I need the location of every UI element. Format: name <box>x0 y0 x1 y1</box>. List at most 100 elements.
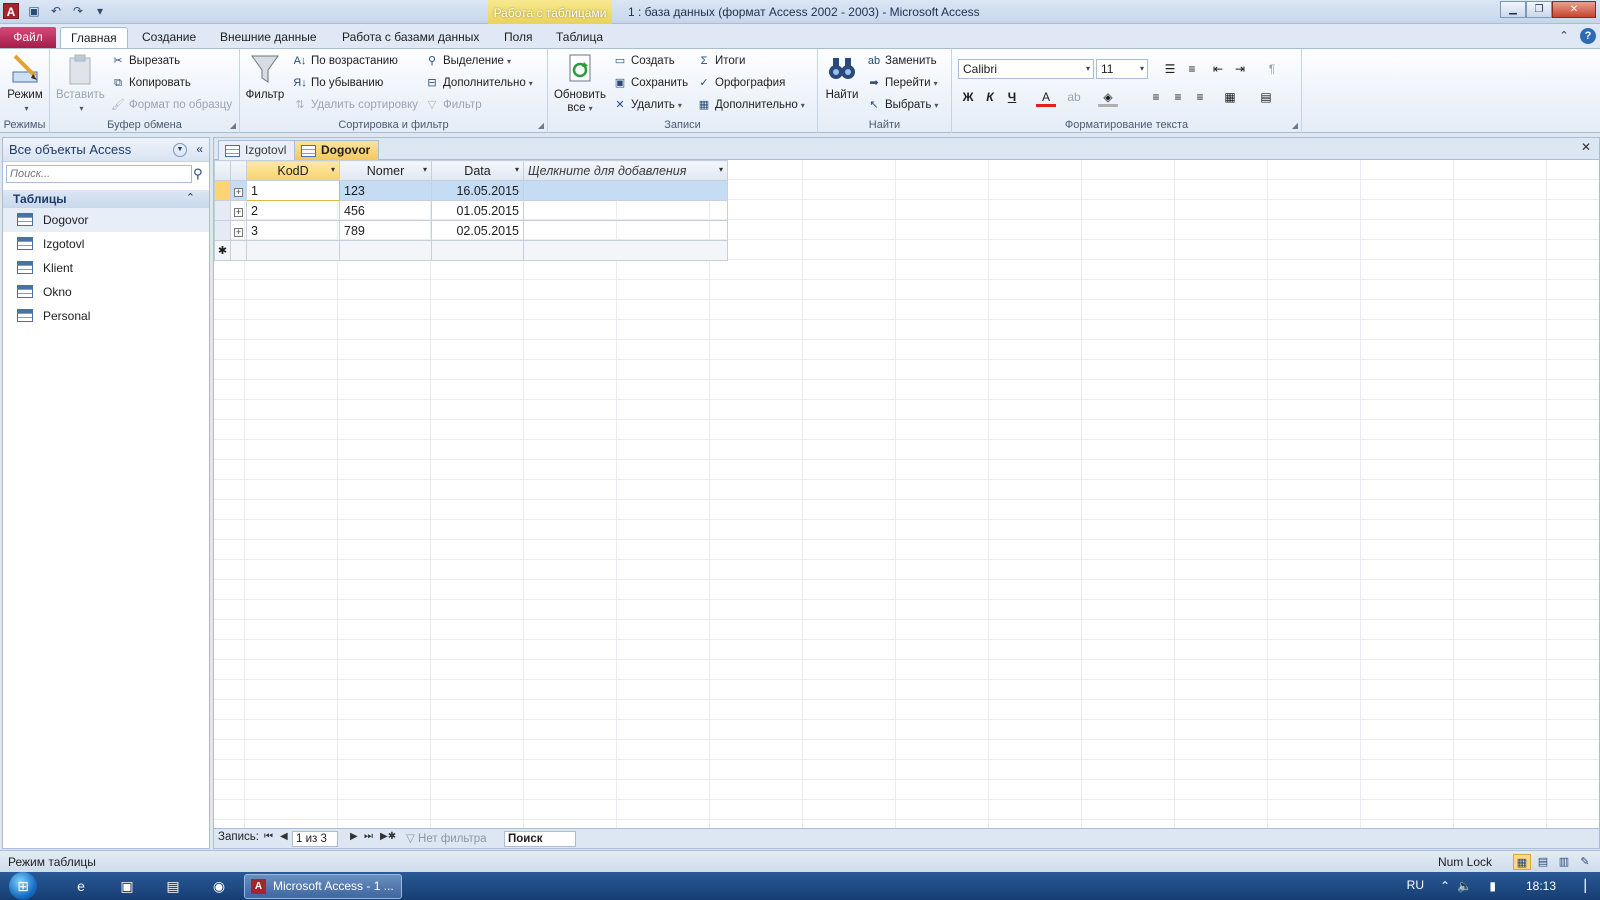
text-format-launcher-icon[interactable]: ◢ <box>1292 121 1298 130</box>
cell-add[interactable] <box>523 180 728 201</box>
select-button[interactable]: ↖ Выбрать ▾ <box>866 95 938 115</box>
cell-kodd[interactable]: 3 <box>246 220 340 241</box>
sort-ascending-button[interactable]: A↓ По возрастанию <box>292 51 398 71</box>
search-icon[interactable]: ⚲ <box>193 166 203 182</box>
prev-record-icon[interactable]: ◀ <box>280 831 288 842</box>
nav-item-personal[interactable]: Personal <box>3 304 209 328</box>
nav-search-input[interactable] <box>6 165 192 183</box>
floppy-icon[interactable]: ▣ <box>116 876 138 896</box>
nav-item-izgotovl[interactable]: Izgotovl <box>3 232 209 256</box>
goto-button[interactable]: ➡ Перейти ▾ <box>866 73 937 93</box>
nav-group-tables[interactable]: Таблицы ⌃ <box>3 190 209 208</box>
design-view-icon[interactable]: ✎ <box>1576 854 1594 870</box>
cell-nomer[interactable]: 789 <box>339 220 432 241</box>
collapse-group-icon[interactable]: ⌃ <box>186 191 195 204</box>
nav-menu-chevron-icon[interactable]: ▼ <box>173 143 187 157</box>
sort-descending-button[interactable]: Я↓ По убыванию <box>292 73 383 93</box>
volume-icon[interactable]: 🔈 <box>1457 879 1472 893</box>
copy-button[interactable]: ⧉ Копировать <box>110 73 191 93</box>
paste-button[interactable]: Вставить ▾ <box>56 52 105 115</box>
advanced-filter-button[interactable]: ⊟ Дополнительно ▾ <box>424 73 532 93</box>
show-desktop-icon[interactable]: ▏ <box>1585 879 1594 893</box>
maximize-button[interactable]: ❐ <box>1526 1 1552 18</box>
find-button[interactable]: Найти <box>822 52 862 102</box>
nav-header[interactable]: Все объекты Access ▼ « <box>3 138 209 162</box>
numbering-icon[interactable]: ≡ <box>1182 59 1202 79</box>
chrome-icon[interactable]: ◉ <box>208 876 230 896</box>
close-document-icon[interactable]: ✕ <box>1581 140 1591 154</box>
column-header-nomer[interactable]: Nomer ▾ <box>339 160 432 181</box>
tab-database-tools[interactable]: Работа с базами данных <box>332 27 489 48</box>
nav-item-dogovor[interactable]: Dogovor <box>3 208 209 232</box>
no-filter-indicator[interactable]: ▽ Нет фильтра <box>406 831 487 845</box>
expand-row-button[interactable]: + <box>230 180 247 201</box>
cell-add[interactable] <box>523 200 728 221</box>
tab-home[interactable]: Главная <box>60 27 128 48</box>
italic-button[interactable]: К <box>980 87 1000 107</box>
fill-color-icon[interactable]: ◈ <box>1098 87 1118 107</box>
cell-data[interactable]: 01.05.2015 <box>431 200 524 221</box>
cell-kodd[interactable]: 2 <box>246 200 340 221</box>
next-record-icon[interactable]: ▶ <box>350 831 358 842</box>
delete-record-button[interactable]: ✕ Удалить ▾ <box>612 95 682 115</box>
tab-table[interactable]: Таблица <box>546 27 613 48</box>
save-record-button[interactable]: ▣ Сохранить <box>612 73 688 93</box>
nav-collapse-icon[interactable]: « <box>196 142 203 156</box>
new-record-asterisk-icon[interactable]: ✱ <box>214 240 231 261</box>
redo-icon[interactable]: ↷ <box>70 3 86 19</box>
toggle-filter-button[interactable]: ▽ Фильтр <box>424 95 482 115</box>
last-record-icon[interactable]: ⏭ <box>364 831 373 842</box>
column-dropdown-icon[interactable]: ▾ <box>331 165 335 174</box>
font-size-select[interactable]: 11 ▾ <box>1096 59 1148 79</box>
clipboard-launcher-icon[interactable]: ◢ <box>230 121 236 130</box>
increase-indent-icon[interactable]: ⇥ <box>1230 59 1250 79</box>
first-record-icon[interactable]: ⏮ <box>264 831 273 842</box>
selection-button[interactable]: ⚲ Выделение ▾ <box>424 51 511 71</box>
highlight-color-icon[interactable]: ab <box>1064 87 1084 107</box>
start-button[interactable]: ⊞ <box>4 872 42 900</box>
expand-row-button[interactable]: + <box>230 200 247 221</box>
bullets-icon[interactable]: ☰ <box>1160 59 1180 79</box>
cell-kodd[interactable]: 1 <box>246 180 340 201</box>
column-header-data[interactable]: Data ▾ <box>431 160 524 181</box>
column-header-kodd[interactable]: KodD ▾ <box>246 160 340 181</box>
nav-item-okno[interactable]: Okno <box>3 280 209 304</box>
new-record-nav-icon[interactable]: ▶✱ <box>380 831 396 842</box>
pivot-chart-view-icon[interactable]: ▥ <box>1555 854 1573 870</box>
tab-create[interactable]: Создание <box>132 27 206 48</box>
customize-qat-icon[interactable]: ▾ <box>92 3 108 19</box>
gridlines-icon[interactable]: ▦ <box>1220 87 1240 107</box>
tab-external-data[interactable]: Внешние данные <box>210 27 327 48</box>
column-dropdown-icon[interactable]: ▾ <box>515 165 519 174</box>
tab-file[interactable]: Файл <box>0 27 56 48</box>
font-name-select[interactable]: Calibri ▾ <box>958 59 1094 79</box>
cell-nomer[interactable]: 123 <box>339 180 432 201</box>
cell-add[interactable] <box>523 220 728 241</box>
row-selector[interactable] <box>214 200 231 221</box>
record-position-input[interactable]: 1 из 3 <box>292 831 338 847</box>
column-dropdown-icon[interactable]: ▾ <box>719 165 723 174</box>
archive-icon[interactable]: ▤ <box>162 876 184 896</box>
cut-button[interactable]: ✂ Вырезать <box>110 51 180 71</box>
datasheet-view-icon[interactable]: ▦ <box>1513 854 1531 870</box>
align-center-icon[interactable]: ≡ <box>1168 87 1188 107</box>
filter-button[interactable]: Фильтр <box>244 52 286 102</box>
close-button[interactable]: ✕ <box>1552 1 1596 18</box>
access-icon[interactable]: A <box>3 3 19 19</box>
remove-sort-button[interactable]: ⇅ Удалить сортировку <box>292 95 418 115</box>
record-search-input[interactable]: Поиск <box>504 831 576 847</box>
font-color-icon[interactable]: A <box>1036 87 1056 107</box>
doc-tab-izgotovl[interactable]: Izgotovl <box>218 140 296 160</box>
underline-button[interactable]: Ч <box>1002 87 1022 107</box>
taskbar-item-access[interactable]: A Microsoft Access - 1 ... <box>244 874 402 899</box>
totals-button[interactable]: Σ Итоги <box>696 51 746 71</box>
language-indicator[interactable]: RU <box>1407 878 1424 892</box>
paragraph-direction-icon[interactable]: ¶ <box>1262 59 1282 79</box>
sort-filter-launcher-icon[interactable]: ◢ <box>538 121 544 130</box>
pivot-table-view-icon[interactable]: ▤ <box>1534 854 1552 870</box>
select-all-cell[interactable] <box>214 160 231 181</box>
ie-icon[interactable]: e <box>70 876 92 896</box>
network-icon[interactable]: ▮ <box>1489 879 1496 893</box>
row-selector[interactable] <box>214 180 231 201</box>
align-right-icon[interactable]: ≡ <box>1190 87 1210 107</box>
